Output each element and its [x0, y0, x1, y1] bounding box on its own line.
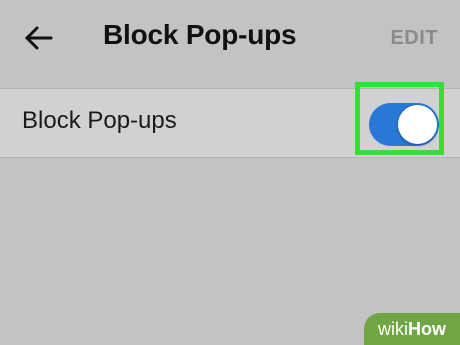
setting-label: Block Pop-ups — [22, 107, 177, 134]
edit-button[interactable]: EDIT — [390, 27, 438, 50]
watermark-prefix: wiki — [378, 318, 408, 339]
back-arrow-icon[interactable] — [22, 22, 54, 54]
screen: Block Pop-ups EDIT Block Pop-ups wiki How — [0, 0, 460, 345]
wikihow-watermark: wiki How — [364, 313, 460, 345]
block-popups-toggle[interactable] — [369, 103, 439, 146]
watermark-suffix: How — [408, 318, 446, 339]
divider — [0, 157, 460, 158]
app-header: Block Pop-ups EDIT — [0, 0, 460, 82]
toggle-knob — [398, 105, 437, 144]
page-title: Block Pop-ups — [103, 19, 297, 50]
